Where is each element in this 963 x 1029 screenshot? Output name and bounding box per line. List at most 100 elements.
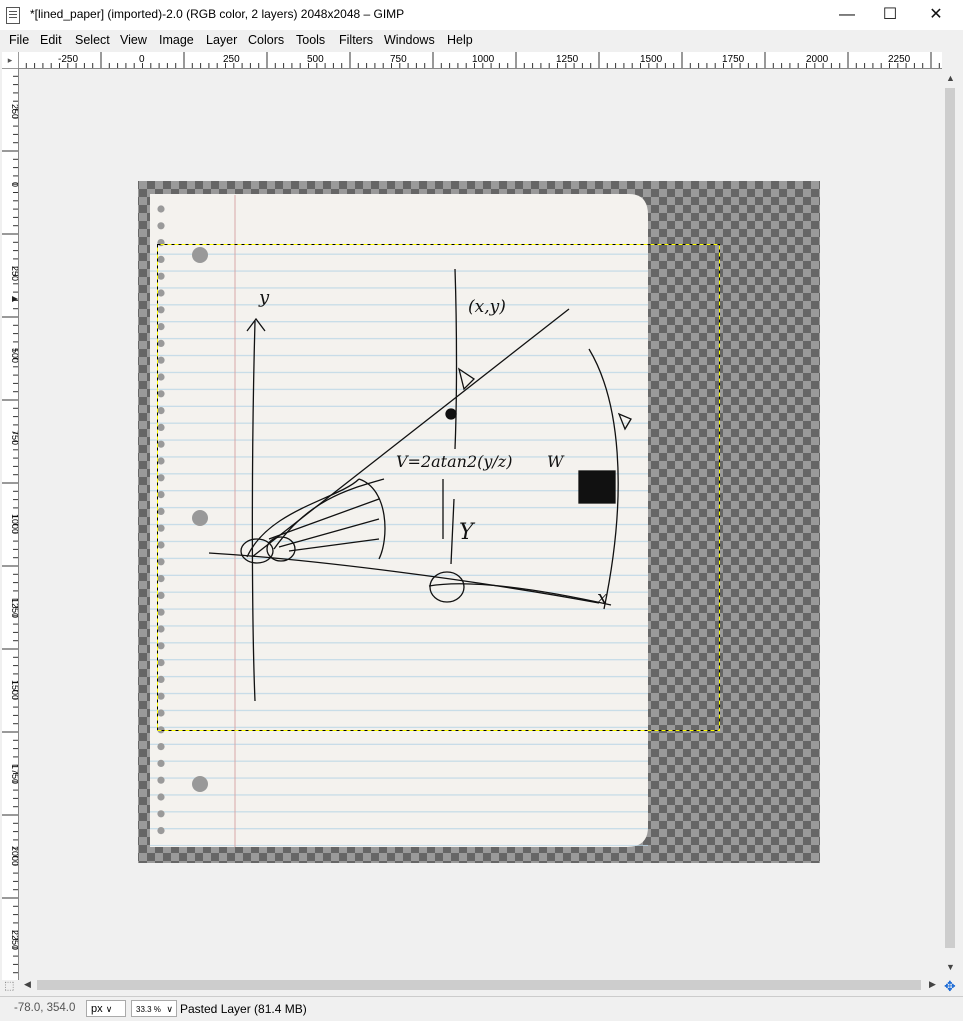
- pointer-coordinates: -78.0, 354.0: [14, 1002, 76, 1014]
- close-button[interactable]: ✕: [913, 0, 959, 30]
- hruler-label: 250: [223, 54, 240, 65]
- spiral-hole: [157, 675, 165, 684]
- vertical-ruler[interactable]: 250 0 250 500 750 1000 1250 1500 1750 20…: [2, 68, 19, 980]
- hruler-label: 2000: [806, 54, 829, 65]
- quick-mask-icon[interactable]: ⬚: [4, 979, 14, 992]
- menu-colors[interactable]: Colors: [248, 33, 284, 47]
- zoom-selector[interactable]: 33.3 % ∨: [131, 1000, 177, 1017]
- binder-hole: [192, 247, 208, 263]
- menu-image[interactable]: Image: [159, 33, 194, 47]
- spiral-hole: [157, 524, 165, 532]
- sketch-formula: V=2atan2(y/z): [396, 452, 512, 471]
- menu-select[interactable]: Select: [75, 33, 110, 47]
- hruler-label: 1500: [640, 54, 663, 65]
- menu-layer[interactable]: Layer: [206, 33, 237, 47]
- menu-edit[interactable]: Edit: [40, 33, 62, 47]
- document-icon: [6, 7, 20, 24]
- vruler-label: 0: [10, 182, 18, 187]
- spiral-hole: [157, 507, 165, 515]
- maximize-button[interactable]: ☐: [867, 0, 913, 30]
- spiral-hole: [157, 205, 165, 213]
- hruler-label: 1250: [556, 54, 579, 65]
- vertical-scroll-thumb[interactable]: [945, 88, 955, 948]
- spiral-hole: [157, 222, 165, 230]
- vruler-label: 2000: [10, 846, 18, 866]
- vruler-label: 1500: [10, 680, 18, 700]
- menu-view[interactable]: View: [120, 33, 147, 47]
- vruler-label: 2250: [10, 930, 18, 950]
- scroll-up-arrow-icon[interactable]: ▲: [946, 73, 955, 83]
- hruler-label: -250: [58, 54, 78, 65]
- vruler-label: 750: [10, 430, 18, 445]
- window-title: *[lined_paper] (imported)-2.0 (RGB color…: [30, 7, 405, 21]
- vertical-scrollbar[interactable]: ▲ ▼: [941, 69, 960, 976]
- navigate-icon[interactable]: ✥: [944, 978, 956, 995]
- menu-file[interactable]: File: [9, 33, 29, 47]
- menu-filters[interactable]: Filters: [339, 33, 373, 47]
- binder-hole: [192, 510, 208, 526]
- spiral-hole: [157, 642, 165, 650]
- horizontal-ruler[interactable]: -250 0 250 500 750 1000 1250 1500 1750 2…: [18, 52, 942, 69]
- unit-selector[interactable]: px ∨: [86, 1000, 126, 1017]
- vruler-label: 250: [10, 266, 18, 281]
- spiral-hole: [157, 625, 165, 633]
- vruler-label: 1000: [10, 514, 18, 534]
- hruler-label: 750: [390, 54, 407, 65]
- scroll-down-arrow-icon[interactable]: ▼: [946, 962, 955, 972]
- scroll-left-arrow-icon[interactable]: ◀: [24, 979, 31, 990]
- scroll-right-arrow-icon[interactable]: ▶: [929, 979, 936, 990]
- spiral-hole: [157, 289, 165, 297]
- sketch-point-label: (x,y): [468, 297, 506, 317]
- minimize-button[interactable]: —: [824, 0, 870, 30]
- horizontal-scroll-thumb[interactable]: [37, 980, 921, 990]
- binder-hole: [192, 776, 208, 792]
- menu-help[interactable]: Help: [447, 33, 473, 47]
- menu-tools[interactable]: Tools: [296, 33, 325, 47]
- spiral-hole: [157, 541, 165, 549]
- hruler-label: 1000: [472, 54, 495, 65]
- spiral-hole: [157, 608, 165, 616]
- hruler-label: 2250: [888, 54, 911, 65]
- spiral-hole: [157, 339, 165, 347]
- spiral-hole: [157, 323, 165, 331]
- ruled-lines: [150, 250, 648, 846]
- spiral-hole: [157, 272, 165, 280]
- spiral-hole: [157, 255, 165, 263]
- status-bar: -78.0, 354.0 px ∨ 33.3 % ∨ Pasted Layer …: [0, 996, 963, 1021]
- spiral-hole: [157, 726, 165, 734]
- vruler-label: 1750: [10, 764, 18, 784]
- spiral-hole: [157, 591, 165, 600]
- hruler-label: 500: [307, 54, 324, 65]
- spiral-hole: [157, 709, 165, 717]
- spiral-hole: [157, 356, 165, 364]
- vruler-label: 500: [10, 348, 18, 363]
- sketch-z-label: Y: [459, 520, 476, 545]
- horizontal-scrollbar[interactable]: ◀ ▶: [19, 976, 941, 994]
- horizontal-ruler-ticks: -250 0 250 500 750 1000 1250 1500 1750 2…: [18, 52, 940, 68]
- spiral-hole: [157, 407, 165, 415]
- vertical-ruler-ticks: 250 0 250 500 750 1000 1250 1500 1750 20…: [2, 68, 18, 974]
- spiral-hole: [157, 692, 165, 700]
- spiral-hole: [157, 827, 165, 835]
- image-canvas[interactable]: (x,y) y Y V=2atan2(y/z) W x: [19, 69, 941, 976]
- spiral-hole: [157, 558, 165, 566]
- unit-value: px: [91, 1003, 103, 1015]
- ruler-corner-button[interactable]: ▸: [2, 52, 19, 69]
- vruler-label: 250: [10, 104, 18, 119]
- vruler-label: 1250: [10, 598, 18, 618]
- spiral-hole: [157, 491, 165, 499]
- title-bar: *[lined_paper] (imported)-2.0 (RGB color…: [0, 0, 963, 30]
- sketch-x-axis-label: x: [597, 587, 607, 608]
- chevron-down-icon: ∨: [105, 1004, 113, 1014]
- spiral-hole: [157, 575, 165, 583]
- chevron-down-icon: ∨: [166, 1004, 173, 1014]
- spiral-hole: [157, 306, 165, 314]
- spiral-hole: [157, 659, 165, 667]
- sketch-w-label: W: [547, 452, 565, 471]
- zoom-value: 33.3 %: [136, 1005, 161, 1014]
- sketch-y-axis-label: y: [258, 287, 270, 308]
- spiral-hole: [157, 390, 165, 398]
- layer-info: Pasted Layer (81.4 MB): [180, 1002, 307, 1016]
- menu-windows[interactable]: Windows: [384, 33, 435, 47]
- spiral-hole: [157, 423, 165, 431]
